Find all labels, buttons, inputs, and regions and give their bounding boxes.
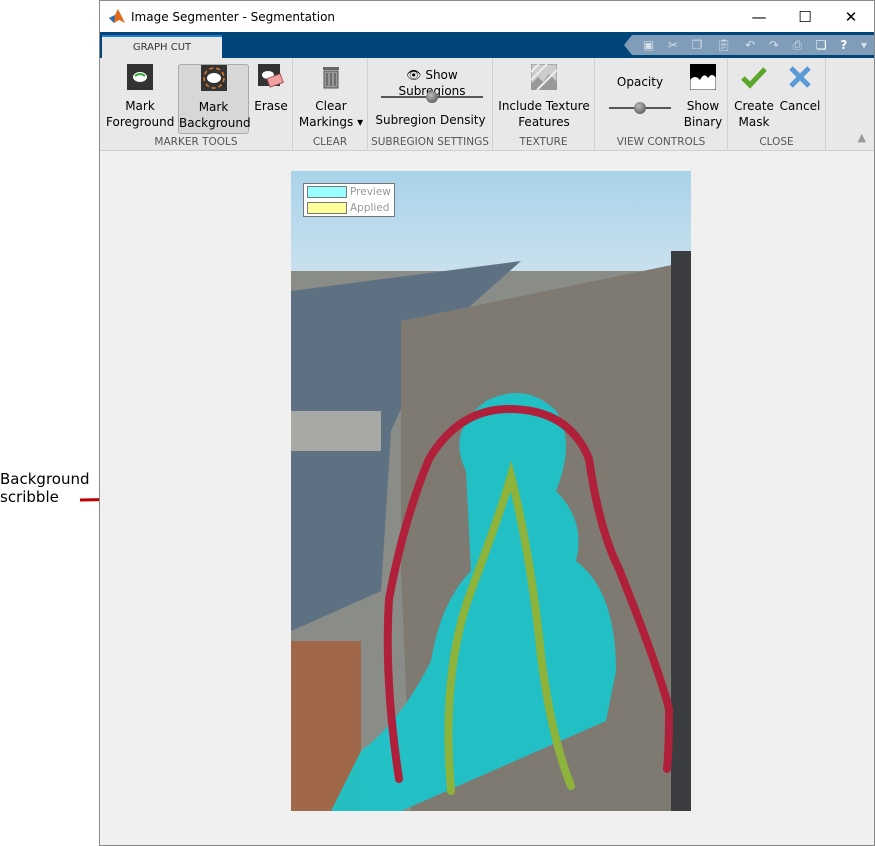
legend-preview: Preview (304, 184, 394, 200)
tab-bar: GRAPH CUT ▣ ✂ ❐ 📋︎ ↶ ↷ ⎙ ❏? ▾ (100, 32, 874, 58)
collapse-ribbon-icon[interactable]: ▲ (858, 131, 866, 144)
redo-icon[interactable]: ↷ (769, 38, 779, 52)
trash-icon (323, 67, 339, 89)
erase-button[interactable]: Erase (253, 64, 289, 114)
group-subregion-settings: 👁︎ Show Subregions Subregion Density SUB… (368, 58, 493, 151)
undo-icon[interactable]: ↶ (745, 38, 755, 52)
subregion-density-label: Subregion Density (375, 113, 486, 127)
eraser-icon (258, 64, 284, 88)
image-canvas[interactable]: Preview Applied (291, 171, 691, 811)
eye-icon: 👁︎ (406, 68, 422, 82)
app-window: Image Segmenter - Segmentation — ☐ ✕ GRA… (99, 0, 875, 846)
title-bar: Image Segmenter - Segmentation — ☐ ✕ (100, 1, 874, 32)
copy-icon[interactable]: ❐ (692, 38, 703, 52)
dropdown-icon[interactable]: ▾ (861, 38, 867, 52)
maximize-button[interactable]: ☐ (782, 1, 828, 32)
group-view-controls: Opacity Show Binary VIEW CONTROLS (595, 58, 728, 151)
cancel-button[interactable]: Cancel (778, 64, 822, 114)
subregion-density-slider[interactable] (381, 91, 483, 103)
x-icon (789, 66, 811, 88)
slider-knob[interactable] (634, 102, 646, 114)
preview-swatch (307, 186, 347, 198)
matlab-logo-icon (109, 8, 125, 23)
tab-graph-cut[interactable]: GRAPH CUT (102, 35, 222, 58)
segmentation-image (291, 171, 691, 811)
texture-icon (530, 63, 558, 91)
cut-icon[interactable]: ✂ (668, 38, 678, 52)
opacity-label: Opacity (616, 75, 664, 89)
save-icon[interactable]: ▣ (643, 38, 654, 52)
legend: Preview Applied (303, 183, 395, 217)
include-texture-button[interactable]: Include Texture Features (493, 63, 595, 130)
show-binary-button[interactable]: Show Binary (681, 63, 725, 130)
create-mask-button[interactable]: Create Mask (734, 64, 774, 130)
window-icon[interactable]: ❏ (816, 38, 827, 52)
clear-markings-button[interactable]: Clear Markings ▾ (295, 64, 367, 130)
legend-applied: Applied (304, 200, 394, 216)
help-icon[interactable]: ? (840, 38, 847, 52)
print-icon[interactable]: ⎙ (793, 38, 803, 53)
slider-knob[interactable] (426, 91, 438, 103)
group-marker-tools: Mark Foreground Mark Background Erase MARK… (100, 58, 293, 151)
mark-foreground-button[interactable]: Mark Foreground (106, 64, 174, 129)
ribbon: Mark Foreground Mark Background Erase MARK… (100, 58, 874, 151)
close-button[interactable]: ✕ (828, 1, 874, 32)
mark-background-icon (200, 65, 227, 91)
applied-swatch (307, 202, 347, 214)
group-close: Create Mask Cancel CLOSE (728, 58, 826, 151)
mark-foreground-icon (127, 64, 153, 90)
minimize-button[interactable]: — (736, 1, 782, 32)
chevron-down-icon: ▾ (357, 115, 364, 129)
mark-background-button[interactable]: Mark Background (178, 64, 251, 134)
checkmark-icon (741, 67, 767, 89)
paste-icon[interactable]: 📋︎ (716, 38, 731, 52)
binary-icon (689, 63, 717, 91)
window-title: Image Segmenter - Segmentation (131, 9, 336, 24)
opacity-slider[interactable] (609, 102, 671, 114)
quick-access-toolbar: ▣ ✂ ❐ 📋︎ ↶ ↷ ⎙ ❏? ▾ (624, 35, 874, 55)
group-texture: Include Texture Features TEXTURE (493, 58, 595, 151)
group-clear: Clear Markings ▾ CLEAR (293, 58, 368, 151)
